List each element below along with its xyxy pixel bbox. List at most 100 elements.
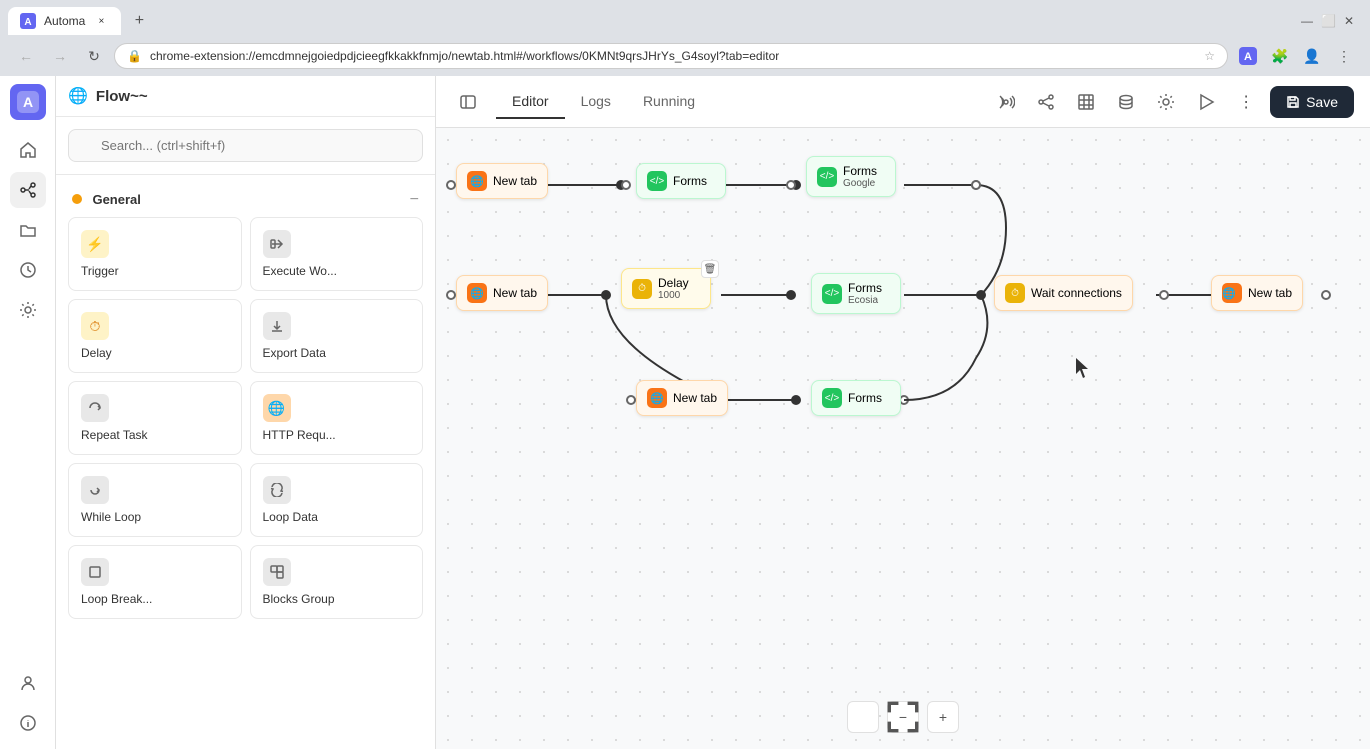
node-new-tab-1[interactable]: 🌐 New tab bbox=[456, 163, 548, 199]
new-tab-3-label: New tab bbox=[1248, 286, 1292, 300]
sidebar-item-history[interactable] bbox=[10, 252, 46, 288]
block-loop-break[interactable]: Loop Break... bbox=[68, 545, 242, 619]
http-request-icon: 🌐 bbox=[263, 394, 291, 422]
forms-google-label: Forms bbox=[843, 164, 877, 178]
node-new-tab-3[interactable]: 🌐 New tab bbox=[1211, 275, 1303, 311]
sidebar-item-info[interactable] bbox=[10, 705, 46, 741]
extensions-icon[interactable]: 🧩 bbox=[1266, 42, 1294, 70]
more-options-btn[interactable]: ⋮ bbox=[1330, 42, 1358, 70]
node-new-tab-4[interactable]: 🌐 New tab bbox=[636, 380, 728, 416]
expand-btn[interactable] bbox=[847, 701, 879, 733]
node-forms-google[interactable]: </> Forms Google bbox=[806, 156, 896, 197]
block-repeat-task[interactable]: Repeat Task bbox=[68, 381, 242, 455]
minimize-btn[interactable]: — bbox=[1301, 14, 1313, 28]
node-delay[interactable]: ⏱ Delay 1000 🗑 bbox=[621, 268, 711, 309]
sidebar-item-workflows[interactable] bbox=[10, 172, 46, 208]
blocks-panel: 🌐 Flow~~ 🔍 General − ⚡ Trigger bbox=[56, 76, 436, 749]
more-options-btn[interactable]: ⋮ bbox=[1230, 86, 1262, 118]
delay-icon: ⏱ bbox=[632, 279, 652, 299]
block-http-request[interactable]: 🌐 HTTP Requ... bbox=[250, 381, 424, 455]
sidebar-item-home[interactable] bbox=[10, 132, 46, 168]
share-icon-btn[interactable] bbox=[1030, 86, 1062, 118]
browser-tab[interactable]: A Automa × bbox=[8, 7, 121, 35]
tab-close-btn[interactable]: × bbox=[93, 13, 109, 29]
new-browser-tab-btn[interactable]: + bbox=[125, 7, 153, 35]
delay-label: Delay bbox=[81, 346, 112, 360]
category-dot bbox=[72, 194, 82, 204]
tab-bar: A Automa × + — ⬜ ✕ bbox=[0, 0, 1370, 36]
table-icon-btn[interactable] bbox=[1070, 86, 1102, 118]
node-forms-ecosia[interactable]: </> Forms Ecosia bbox=[811, 273, 901, 314]
automa-ext-icon[interactable]: A bbox=[1234, 42, 1262, 70]
tab-editor[interactable]: Editor bbox=[496, 85, 565, 119]
forms-ecosia-text: Forms Ecosia bbox=[848, 281, 882, 306]
database-icon-btn[interactable] bbox=[1110, 86, 1142, 118]
loop-break-icon bbox=[81, 558, 109, 586]
loop-data-icon bbox=[263, 476, 291, 504]
block-while-loop[interactable]: While Loop bbox=[68, 463, 242, 537]
save-button[interactable]: Save bbox=[1270, 86, 1354, 118]
export-data-icon bbox=[263, 312, 291, 340]
node-new-tab-2[interactable]: 🌐 New tab bbox=[456, 275, 548, 311]
forms-google-text: Forms Google bbox=[843, 164, 877, 189]
close-btn[interactable]: ✕ bbox=[1344, 14, 1354, 28]
forms-3-icon: </> bbox=[822, 388, 842, 408]
app-logo: A bbox=[10, 84, 46, 120]
category-label: General bbox=[92, 192, 140, 207]
profile-icon[interactable]: 👤 bbox=[1298, 42, 1326, 70]
editor-toolbar: Editor Logs Running bbox=[436, 76, 1370, 128]
tab-running[interactable]: Running bbox=[627, 85, 711, 119]
delay-delete-btn[interactable]: 🗑 bbox=[701, 260, 719, 278]
forms-google-sublabel: Google bbox=[843, 178, 877, 189]
sidebar-item-settings[interactable] bbox=[10, 292, 46, 328]
node-wait-connections[interactable]: ⏱ Wait connections bbox=[994, 275, 1133, 311]
tab-logs[interactable]: Logs bbox=[565, 85, 627, 119]
trigger-icon: ⚡ bbox=[81, 230, 109, 258]
forms-ecosia-icon: </> bbox=[822, 284, 842, 304]
maximize-btn[interactable]: ⬜ bbox=[1321, 14, 1336, 28]
workflow-canvas[interactable]: 🌐 New tab </> Forms </> bbox=[436, 128, 1370, 749]
block-export-data[interactable]: Export Data bbox=[250, 299, 424, 373]
star-icon[interactable]: ☆ bbox=[1204, 49, 1215, 63]
zoom-in-btn[interactable]: + bbox=[927, 701, 959, 733]
category-collapse-btn[interactable]: − bbox=[410, 191, 419, 209]
flow-title: Flow~~ bbox=[96, 88, 148, 105]
nav-forward-btn[interactable]: → bbox=[46, 42, 74, 70]
delay-value: 1000 bbox=[658, 290, 689, 301]
category-header: General − bbox=[68, 183, 423, 217]
editor-main: Editor Logs Running bbox=[436, 76, 1370, 749]
trigger-label: Trigger bbox=[81, 264, 119, 278]
node-forms-3[interactable]: </> Forms bbox=[811, 380, 901, 416]
sidebar-toggle-btn[interactable] bbox=[452, 86, 484, 118]
new-tab-3-icon: 🌐 bbox=[1222, 283, 1242, 303]
svg-text:A: A bbox=[22, 94, 32, 110]
forms-ecosia-label: Forms bbox=[848, 281, 882, 295]
block-loop-data[interactable]: Loop Data bbox=[250, 463, 424, 537]
search-input[interactable] bbox=[68, 129, 423, 162]
sidebar-item-users[interactable] bbox=[10, 665, 46, 701]
cursor-indicator bbox=[1076, 358, 1092, 380]
nav-back-btn[interactable]: ← bbox=[12, 42, 40, 70]
toolbar-actions: ⋮ Save bbox=[990, 86, 1354, 118]
address-bar[interactable]: 🔒 chrome-extension://emcdmnejgoiedpdjcie… bbox=[114, 43, 1228, 69]
repeat-task-icon bbox=[81, 394, 109, 422]
block-trigger[interactable]: ⚡ Trigger bbox=[68, 217, 242, 291]
toolbar-tabs: Editor Logs Running bbox=[496, 85, 711, 119]
canvas-controls: − + bbox=[847, 701, 959, 733]
while-loop-label: While Loop bbox=[81, 510, 141, 524]
sidebar-item-folders[interactable] bbox=[10, 212, 46, 248]
broadcast-icon-btn[interactable] bbox=[990, 86, 1022, 118]
sidebar-nav: A bbox=[0, 76, 56, 749]
nav-refresh-btn[interactable]: ↻ bbox=[80, 42, 108, 70]
new-tab-1-icon: 🌐 bbox=[467, 171, 487, 191]
save-label: Save bbox=[1306, 94, 1338, 110]
block-delay[interactable]: ⏱ Delay bbox=[68, 299, 242, 373]
node-forms-1[interactable]: </> Forms bbox=[636, 163, 726, 199]
forms-1-icon: </> bbox=[647, 171, 667, 191]
zoom-out-btn[interactable]: − bbox=[887, 701, 919, 733]
block-execute-workflow[interactable]: Execute Wo... bbox=[250, 217, 424, 291]
run-icon-btn[interactable] bbox=[1190, 86, 1222, 118]
block-blocks-group[interactable]: Blocks Group bbox=[250, 545, 424, 619]
settings-icon-btn[interactable] bbox=[1150, 86, 1182, 118]
blocks-grid: ⚡ Trigger Execute Wo... ⏱ Delay bbox=[68, 217, 423, 619]
